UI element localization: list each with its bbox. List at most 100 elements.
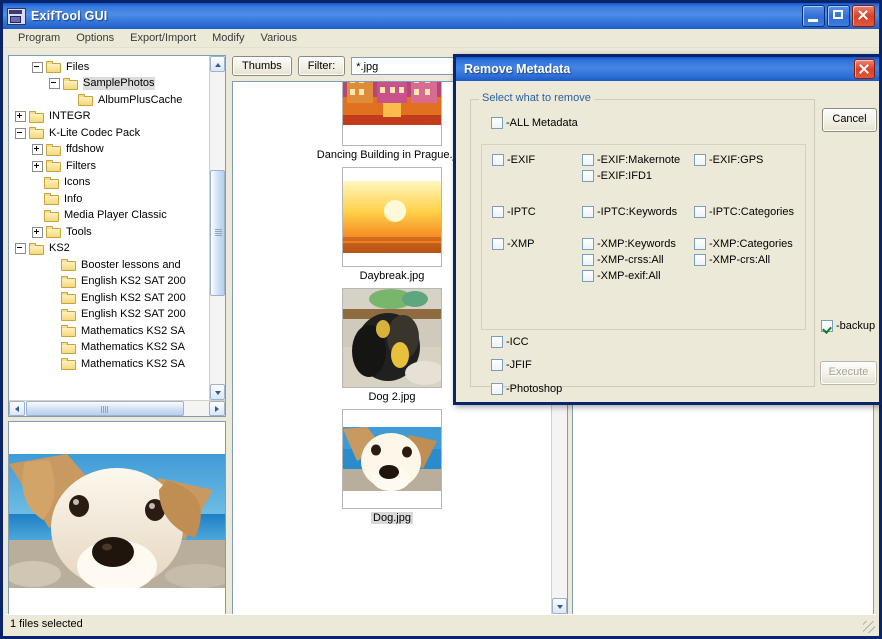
application-window: ExifTool GUI Program Options Export/Impo… — [0, 0, 882, 639]
checkbox-exif-ifd1[interactable]: -EXIF:IFD1 — [582, 170, 652, 182]
tree-item[interactable]: INTEGR — [9, 109, 209, 126]
checkbox-iptc-categories[interactable]: -IPTC:Categories — [694, 206, 794, 218]
tree-item[interactable]: ffdshow — [9, 142, 209, 159]
tree-item[interactable]: English KS2 SAT 200 — [9, 274, 209, 291]
exif-gps-checkbox-box[interactable] — [694, 154, 706, 166]
checkbox-xmp-crss-all[interactable]: -XMP-crss:All — [582, 254, 664, 266]
xmp-crss-all-checkbox-box[interactable] — [582, 254, 594, 266]
xmp-crs-all-checkbox-box[interactable] — [694, 254, 706, 266]
checkbox-exif-makernote[interactable]: -EXIF:Makernote — [582, 154, 680, 166]
thumbnail-item[interactable]: Dog.jpg — [242, 409, 542, 524]
exif-makernote-checkbox-box[interactable] — [582, 154, 594, 166]
tree-item[interactable]: Media Player Classic — [9, 208, 209, 225]
tree-item[interactable]: AlbumPlusCache — [9, 92, 209, 109]
checkbox-iptc-keywords[interactable]: -IPTC:Keywords — [582, 206, 677, 218]
xmp-categories-checkbox-box[interactable] — [694, 238, 706, 250]
menu-item-export-import[interactable]: Export/Import — [122, 31, 204, 45]
menu-item-modify[interactable]: Modify — [204, 31, 252, 45]
xmp-exif-all-checkbox-box[interactable] — [582, 270, 594, 282]
scroll-thumb[interactable] — [210, 170, 225, 296]
backup-checkbox-box[interactable] — [821, 320, 833, 332]
tree-horizontal-scrollbar[interactable] — [9, 400, 225, 416]
folder-icon — [63, 77, 79, 90]
execute-button[interactable]: Execute — [820, 361, 877, 385]
checkbox-iptc[interactable]: -IPTC — [492, 206, 536, 218]
tree-expander-icon[interactable] — [32, 61, 43, 73]
menu-item-options[interactable]: Options — [68, 31, 122, 45]
menu-item-various[interactable]: Various — [253, 31, 305, 45]
tree-expander-icon[interactable] — [15, 243, 26, 255]
tree-item[interactable]: English KS2 SAT 200 — [9, 290, 209, 307]
resize-grip[interactable] — [863, 621, 875, 633]
scroll-down-button[interactable] — [210, 384, 225, 400]
exif-label: -EXIF — [507, 154, 536, 166]
checkbox-xmp-categories[interactable]: -XMP:Categories — [694, 238, 793, 250]
tree-expander-icon[interactable] — [15, 127, 26, 139]
iptc-checkbox-box[interactable] — [492, 206, 504, 218]
tree-item[interactable]: Icons — [9, 175, 209, 192]
menu-item-program[interactable]: Program — [10, 31, 68, 45]
tree-item[interactable]: SamplePhotos — [9, 76, 209, 93]
tree-item[interactable]: Booster lessons and — [9, 257, 209, 274]
jfif-checkbox-box[interactable] — [491, 359, 503, 371]
checkbox-xmp-exif-all[interactable]: -XMP-exif:All — [582, 270, 661, 282]
tree-expander-icon[interactable] — [15, 111, 26, 123]
scroll-right-button[interactable] — [209, 401, 225, 416]
checkbox-exif[interactable]: -EXIF — [492, 154, 535, 166]
tree-item-label: SamplePhotos — [83, 77, 155, 91]
xmp-checkbox-box[interactable] — [492, 238, 504, 250]
photoshop-checkbox-box[interactable] — [491, 383, 503, 395]
tree-item[interactable]: Mathematics KS2 SA — [9, 356, 209, 373]
iptc-keywords-checkbox-box[interactable] — [582, 206, 594, 218]
scroll-left-button[interactable] — [9, 401, 25, 416]
folder-icon — [61, 358, 77, 371]
checkbox-xmp-crs-all[interactable]: -XMP-crs:All — [694, 254, 770, 266]
close-button[interactable] — [852, 5, 875, 27]
thumbnail-image[interactable] — [342, 82, 442, 146]
tree-item[interactable]: Tools — [9, 224, 209, 241]
hscroll-thumb[interactable] — [26, 401, 184, 416]
dialog-close-icon[interactable] — [854, 59, 875, 79]
checkbox-icc[interactable]: -ICC — [491, 336, 529, 348]
checkbox-xmp[interactable]: -XMP — [492, 238, 535, 250]
dialog-body: Select what to remove -ALL Metadata -EXI… — [456, 81, 879, 402]
tree-item[interactable]: Mathematics KS2 SA — [9, 323, 209, 340]
thumbnail-image[interactable] — [342, 409, 442, 509]
checkbox-backup[interactable]: -backup — [821, 320, 875, 332]
minimize-button[interactable] — [802, 5, 825, 27]
tree-item[interactable]: English KS2 SAT 200 — [9, 307, 209, 324]
tree-expander-icon[interactable] — [32, 160, 43, 172]
folder-tree[interactable]: Files SamplePhotos AlbumPlusCache INTEGR K-L… — [9, 56, 209, 400]
thumbs-button[interactable]: Thumbs — [232, 56, 292, 76]
checkbox-xmp-keywords[interactable]: -XMP:Keywords — [582, 238, 676, 250]
xmp-keywords-checkbox-box[interactable] — [582, 238, 594, 250]
tree-item[interactable]: Filters — [9, 158, 209, 175]
exif-checkbox-box[interactable] — [492, 154, 504, 166]
thumbnail-image[interactable] — [342, 167, 442, 267]
checkbox-jfif[interactable]: -JFIF — [491, 359, 532, 371]
tree-item[interactable]: Info — [9, 191, 209, 208]
tree-vertical-scrollbar[interactable] — [209, 56, 225, 400]
checkbox-all-metadata[interactable]: -ALL Metadata — [491, 117, 578, 129]
maximize-button[interactable] — [827, 5, 850, 27]
thumbs-scroll-down-button[interactable] — [552, 598, 567, 614]
exif-gps-label: -EXIF:GPS — [709, 154, 764, 166]
checkbox-exif-gps[interactable]: -EXIF:GPS — [694, 154, 763, 166]
exif-ifd1-checkbox-box[interactable] — [582, 170, 594, 182]
tree-expander-icon[interactable] — [32, 226, 43, 238]
checkbox-photoshop[interactable]: -Photoshop — [491, 383, 562, 395]
tree-item[interactable]: Mathematics KS2 SA — [9, 340, 209, 357]
tree-item[interactable]: K-Lite Codec Pack — [9, 125, 209, 142]
thumbnail-image[interactable] — [342, 288, 442, 388]
tree-item[interactable]: KS2 — [9, 241, 209, 258]
cancel-button[interactable]: Cancel — [822, 108, 877, 132]
tree-item[interactable]: Files — [9, 59, 209, 76]
tree-expander-icon[interactable] — [49, 78, 60, 90]
tree-expander-icon[interactable] — [32, 144, 43, 156]
iptc-categories-checkbox-box[interactable] — [694, 206, 706, 218]
folder-tree-panel[interactable]: Files SamplePhotos AlbumPlusCache INTEGR K-L… — [8, 55, 226, 417]
scroll-up-button[interactable] — [210, 56, 225, 72]
icc-checkbox-box[interactable] — [491, 336, 503, 348]
folder-icon — [61, 259, 77, 272]
all-metadata-checkbox-box[interactable] — [491, 117, 503, 129]
